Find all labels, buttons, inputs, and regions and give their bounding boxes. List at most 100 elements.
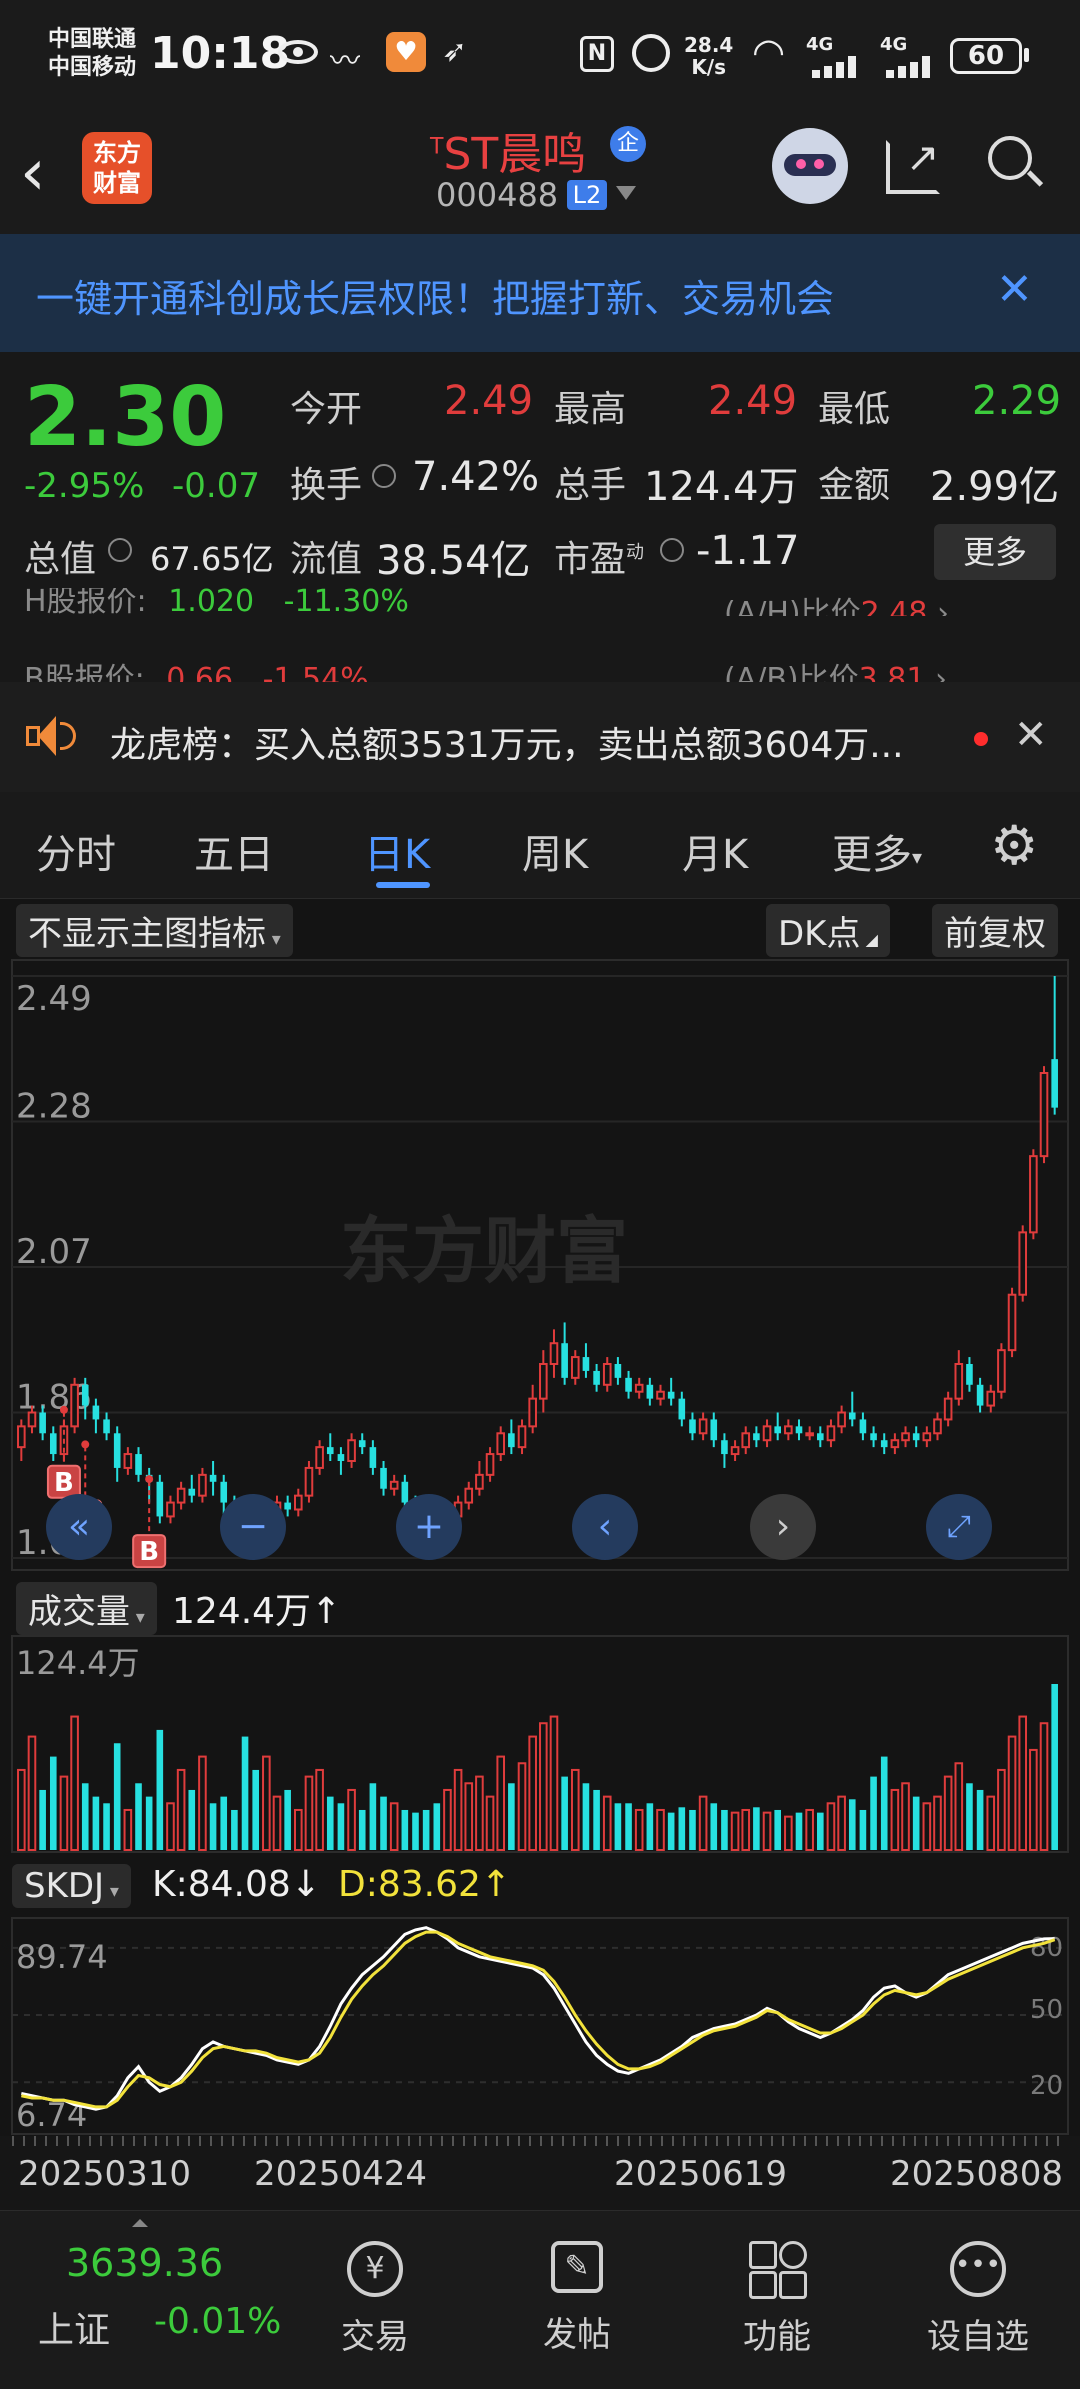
more-button[interactable]: 更多 bbox=[934, 524, 1056, 580]
stock-name: ST晨鸣 bbox=[443, 129, 587, 180]
bottom-toolbar: 3639.36 上证 -0.01% ¥ 交易 ✎ 发帖 功能 ••• 设自选 bbox=[0, 2210, 1080, 2389]
volume-bar bbox=[284, 1789, 291, 1850]
volume-bar bbox=[837, 1795, 846, 1851]
volume-bar bbox=[721, 1809, 728, 1850]
scroll-right-button[interactable]: › bbox=[750, 1494, 816, 1560]
dk-point-button[interactable]: DK点 ◢ bbox=[766, 904, 890, 957]
candle-body bbox=[326, 1447, 334, 1455]
close-icon[interactable]: ✕ bbox=[996, 264, 1033, 315]
info-icon[interactable] bbox=[372, 464, 396, 488]
close-icon[interactable]: ✕ bbox=[1014, 712, 1048, 758]
functions-button[interactable]: 功能 bbox=[712, 2211, 842, 2389]
tab-daily-k[interactable]: 日K bbox=[364, 822, 430, 880]
volume-bar bbox=[369, 1783, 377, 1850]
volume-bar bbox=[762, 1811, 772, 1851]
volume-bar bbox=[135, 1783, 142, 1850]
candle-body bbox=[166, 1501, 175, 1518]
candle-body bbox=[753, 1433, 760, 1441]
skdj-d-value: D:83.62 bbox=[338, 1864, 481, 1905]
volume-bar bbox=[582, 1783, 590, 1850]
signal-bars-1-icon bbox=[812, 54, 872, 78]
volume-bar bbox=[188, 1789, 196, 1850]
signal-bars-2-icon bbox=[886, 54, 946, 78]
info-icon[interactable] bbox=[660, 538, 684, 562]
promo-banner[interactable]: 一键开通科创成长层权限！把握打新、交易机会 ✕ bbox=[0, 234, 1080, 352]
zoom-in-button[interactable]: + bbox=[396, 1494, 462, 1560]
main-indicator-dropdown[interactable]: 不显示主图指标 ▾ bbox=[16, 904, 293, 957]
trade-button[interactable]: ¥ 交易 bbox=[310, 2211, 440, 2389]
volume-bar bbox=[27, 1735, 37, 1851]
info-icon[interactable] bbox=[108, 538, 132, 562]
skdj-dropdown-label: SKDJ bbox=[24, 1866, 105, 1906]
stock-title[interactable]: TST晨鸣 bbox=[430, 118, 587, 180]
chevron-down-icon[interactable] bbox=[616, 186, 636, 200]
tab-more[interactable]: 更多▾ bbox=[832, 822, 922, 880]
candle-body bbox=[689, 1419, 696, 1434]
volume-bar bbox=[741, 1808, 751, 1852]
candle-body bbox=[826, 1425, 836, 1442]
fullscreen-icon[interactable]: ⤢ bbox=[926, 1494, 992, 1560]
clock: 10:18 bbox=[150, 28, 291, 79]
grid-icon bbox=[749, 2241, 807, 2299]
index-widget[interactable]: 3639.36 上证 -0.01% bbox=[0, 2211, 300, 2389]
tab-intraday[interactable]: 分时 bbox=[36, 822, 116, 880]
buy-marker-dot bbox=[59, 1405, 68, 1414]
skdj-ref-50: 50 bbox=[1030, 1995, 1063, 2025]
quote-panel: 2.30 -2.95% -0.07 今开 2.49 最高 2.49 最低 2.2… bbox=[0, 352, 1080, 682]
candle-body bbox=[508, 1433, 515, 1448]
candle-body bbox=[901, 1432, 910, 1442]
tab-weekly-k[interactable]: 周K bbox=[522, 822, 588, 880]
last-price: 2.30 bbox=[24, 370, 227, 465]
volume-bar bbox=[231, 1809, 238, 1850]
battery-level: 60 bbox=[967, 41, 1005, 71]
add-watchlist-button[interactable]: ••• 设自选 bbox=[908, 2211, 1048, 2389]
candle-body bbox=[475, 1473, 484, 1490]
open-value: 2.49 bbox=[444, 378, 534, 424]
tab-monthly-k[interactable]: 月K bbox=[682, 822, 748, 880]
skdj-d-arrow: ↑ bbox=[480, 1864, 512, 1905]
volume-bar bbox=[326, 1796, 334, 1850]
candle-body bbox=[49, 1433, 57, 1455]
volume-max-label: 124.4万 bbox=[16, 1644, 140, 1682]
candle-body bbox=[528, 1397, 537, 1428]
volume-bar bbox=[103, 1803, 110, 1850]
tab-five-day[interactable]: 五日 bbox=[194, 822, 274, 880]
more-button-label: 更多 bbox=[962, 533, 1027, 571]
share-icon[interactable]: ↗ bbox=[886, 138, 940, 194]
volume-readout-value: 124.4万 bbox=[172, 1591, 312, 1632]
volume-bar bbox=[145, 1796, 153, 1850]
robot-assistant-icon[interactable] bbox=[772, 128, 848, 204]
settings-gear-icon[interactable]: ⚙ bbox=[990, 816, 1038, 876]
scroll-left-button[interactable]: ‹ bbox=[572, 1494, 638, 1560]
app-logo[interactable]: 东方 财富 bbox=[82, 132, 152, 204]
eye-icon bbox=[278, 40, 318, 64]
volume-bar bbox=[678, 1807, 686, 1850]
volume-bar bbox=[156, 1729, 164, 1850]
search-icon[interactable] bbox=[988, 136, 1044, 188]
candle-body bbox=[380, 1467, 387, 1489]
market-cap-value: 67.65亿 bbox=[150, 540, 274, 578]
candlestick-chart[interactable]: 东方财富 2.492.282.071.861.65 BBB bbox=[0, 958, 1080, 1574]
zoom-out-button[interactable]: − bbox=[220, 1494, 286, 1560]
volume-bar bbox=[1018, 1715, 1028, 1852]
volume-bar bbox=[817, 1812, 824, 1850]
volume-bar bbox=[508, 1783, 515, 1850]
level2-badge[interactable]: L2 bbox=[567, 180, 607, 210]
volume-bar bbox=[81, 1783, 89, 1850]
skdj-dropdown[interactable]: SKDJ ▾ bbox=[12, 1864, 131, 1908]
volume-bar bbox=[252, 1769, 259, 1850]
post-button[interactable]: ✎ 发帖 bbox=[512, 2211, 642, 2389]
volume-bar bbox=[433, 1803, 441, 1850]
y-tick-label: 2.49 bbox=[16, 979, 92, 1019]
scroll-left-fast-button[interactable]: « bbox=[46, 1494, 112, 1560]
adjust-button[interactable]: 前复权 bbox=[932, 904, 1058, 957]
volume-bar bbox=[39, 1789, 46, 1850]
candle-body bbox=[922, 1432, 932, 1442]
volume-bar bbox=[380, 1796, 387, 1850]
h-share-price: 1.020 bbox=[168, 588, 255, 616]
candle-body bbox=[39, 1412, 46, 1434]
news-ticker[interactable]: 龙虎榜：买入总额3531万元，卖出总额3604万... ✕ bbox=[0, 682, 1080, 792]
back-button[interactable]: ‹ bbox=[20, 138, 80, 208]
h-share-row: H股报价: 1.020 -11.30% (A/H)比价2.48 › bbox=[24, 588, 1064, 616]
volume-dropdown[interactable]: 成交量 ▾ bbox=[16, 1582, 157, 1635]
